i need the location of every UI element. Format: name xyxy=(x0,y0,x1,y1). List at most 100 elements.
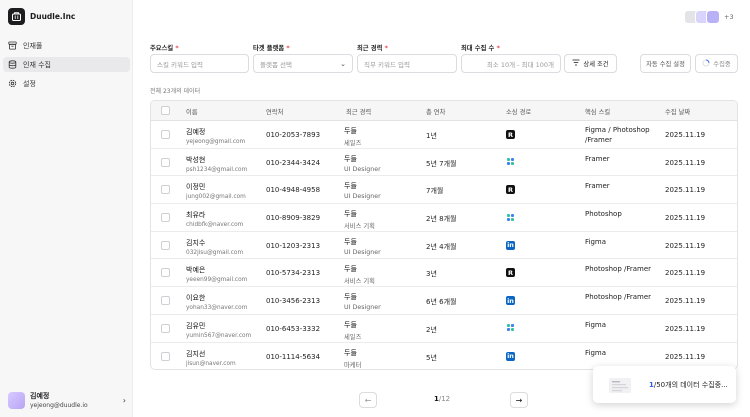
gear-icon xyxy=(8,79,17,88)
avatar xyxy=(8,391,25,409)
candidate-phone: 010-8909-3829 xyxy=(266,214,321,223)
collected-date: 2025.11.19 xyxy=(665,186,706,195)
dots-source-icon xyxy=(506,213,514,221)
row-checkbox[interactable] xyxy=(161,130,170,139)
collected-date: 2025.11.19 xyxy=(665,214,706,223)
sourcing-channel: R xyxy=(506,130,515,139)
main-skill-input[interactable]: 스킬 키워드 입력 xyxy=(150,54,249,73)
core-skills: Figma xyxy=(585,237,607,246)
row-checkbox[interactable] xyxy=(161,296,170,306)
candidate-name: 박예은 xyxy=(186,266,206,275)
career-company: 두들 xyxy=(344,348,357,357)
table-row[interactable]: 박성현 psh1234@gmail.com 010-2344-3424 두들 UI De… xyxy=(151,149,737,177)
table-row[interactable]: 이요한 yohan33@naver.com 010-3456-2313 두들 UI De… xyxy=(151,287,737,315)
candidate-email: yeeen99@gmail.com xyxy=(186,277,248,284)
collected-date: 2025.11.19 xyxy=(665,324,706,333)
collected-date: 2025.11.19 xyxy=(665,269,706,278)
total-years: 7개월 xyxy=(426,187,444,196)
candidate-phone: 010-3456-2313 xyxy=(266,297,321,306)
linkedin-icon: in xyxy=(506,240,515,250)
collaborator-avatar xyxy=(706,10,720,24)
collaborator-avatars[interactable]: +3 xyxy=(684,10,734,24)
max-collect-input[interactable]: 최소 10개 - 최대 100개 xyxy=(461,54,561,73)
spinner-icon xyxy=(702,59,710,69)
career-company: 두들 xyxy=(344,320,357,329)
row-checkbox[interactable] xyxy=(161,268,170,278)
recent-career-input[interactable]: 직무 키워드 입력 xyxy=(357,54,457,73)
candidate-phone: 010-1114-5634 xyxy=(266,352,321,361)
row-checkbox[interactable] xyxy=(161,323,170,333)
column-header: 이름 xyxy=(186,109,198,116)
sidebar-item-label: 인재 수집 xyxy=(23,60,51,69)
brand[interactable]: Duudle.Inc xyxy=(8,8,75,25)
core-skills: Photoshop /Framer xyxy=(585,293,652,302)
column-header: 핵심 스킬 xyxy=(585,109,611,116)
candidate-phone: 010-2053-7893 xyxy=(266,131,321,139)
total-years: 5년 xyxy=(426,353,437,362)
candidate-name: 이요한 xyxy=(186,294,206,303)
target-platform-select[interactable]: 플랫폼 선택 ⌄ xyxy=(253,54,353,73)
career-role: 마케터 xyxy=(344,361,362,369)
candidates-table: 이름 연락처 최근 경력 총 연차 소싱 경로 핵심 스킬 수집 날짜 김예정 y… xyxy=(150,100,738,370)
column-header: 연락처 xyxy=(266,109,284,116)
table-row[interactable]: 김유민 yumin567@naver.com 010-6453-3332 두들 세일즈 2… xyxy=(151,315,737,343)
auto-collect-settings-button[interactable]: 자동 수집 설정 xyxy=(640,54,691,73)
collecting-button[interactable]: 수집중 xyxy=(695,54,738,73)
career-company: 두들 xyxy=(344,182,357,191)
career-company: 두들 xyxy=(344,210,357,219)
sidebar-item-label: 인재풀 xyxy=(23,41,43,50)
remember-icon: R xyxy=(506,185,515,195)
sourcing-channel: in xyxy=(506,296,515,306)
remember-icon: R xyxy=(506,268,515,278)
total-years: 6년 6개월 xyxy=(426,298,457,307)
candidate-name: 최유라 xyxy=(186,211,206,220)
select-all-checkbox[interactable] xyxy=(161,106,170,115)
sourcing-channel xyxy=(506,158,514,166)
linkedin-icon: in xyxy=(506,296,515,306)
remember-icon: R xyxy=(506,130,515,139)
sidebar-item-talent-collect[interactable]: 인재 수집 xyxy=(3,57,130,72)
chevron-right-icon[interactable]: › xyxy=(123,396,126,405)
recent-career-label: 최근 경력 * xyxy=(357,45,388,52)
table-row[interactable]: 박예은 yeeen99@gmail.com 010-5734-2313 두들 서비스 기… xyxy=(151,259,737,288)
candidate-phone: 010-2344-3424 xyxy=(266,158,321,167)
core-skills: Figma xyxy=(585,348,607,357)
total-years: 5년 7개월 xyxy=(426,159,457,168)
sidebar-item-label: 설정 xyxy=(23,79,36,88)
sidebar-item-settings[interactable]: 설정 xyxy=(3,76,130,91)
total-years: 1년 xyxy=(426,132,437,140)
table-row[interactable]: 김지수 032jisu@gmail.com 010-1203-2313 두들 UI De… xyxy=(151,232,737,260)
table-row[interactable]: 이정민 jung002@gmail.com 010-4948-4958 두들 UI De… xyxy=(151,176,737,205)
sidebar-item-talent-pool[interactable]: 인재풀 xyxy=(3,38,130,53)
career-company: 두들 xyxy=(344,293,357,302)
row-checkbox[interactable] xyxy=(161,185,170,195)
collected-date: 2025.11.19 xyxy=(665,131,706,139)
detail-conditions-button[interactable]: 상세 조건 xyxy=(564,54,617,73)
sourcing-channel: R xyxy=(506,268,515,278)
prev-page-button[interactable]: ← xyxy=(359,392,377,408)
table-row[interactable]: 최유라 chidbfk@naver.com 010-8909-3829 두들 서비스 기… xyxy=(151,204,737,232)
max-collect-label: 최대 수집 수 * xyxy=(461,45,500,52)
core-skills: Framer xyxy=(585,182,610,191)
candidate-name: 김지수 xyxy=(186,238,206,247)
table-row[interactable]: 김예정 yejeong@gmail.com 010-2053-7893 두들 세일즈 1년… xyxy=(151,121,737,149)
linkedin-icon: in xyxy=(506,351,515,361)
collected-date: 2025.11.19 xyxy=(665,297,706,306)
career-company: 두들 xyxy=(344,265,357,274)
arrow-right-icon: → xyxy=(515,395,523,405)
row-checkbox[interactable] xyxy=(161,351,170,361)
candidate-email: 032jisu@gmail.com xyxy=(186,249,244,256)
row-checkbox[interactable] xyxy=(161,157,170,167)
row-checkbox[interactable] xyxy=(161,240,170,250)
candidate-email: jisun@naver.com xyxy=(186,360,236,367)
user-profile[interactable]: 김예정 yejeong@duudle.io › xyxy=(8,391,126,409)
candidate-phone: 010-1203-2313 xyxy=(266,241,321,250)
sourcing-channel: R xyxy=(506,185,515,195)
sourcing-channel xyxy=(506,324,514,332)
candidate-email: chidbfk@naver.com xyxy=(186,222,244,229)
row-checkbox[interactable] xyxy=(161,213,170,223)
document-stack-icon xyxy=(607,375,635,395)
next-page-button[interactable]: → xyxy=(510,392,528,408)
career-company: 두들 xyxy=(344,154,357,163)
column-header: 소싱 경로 xyxy=(506,109,532,116)
